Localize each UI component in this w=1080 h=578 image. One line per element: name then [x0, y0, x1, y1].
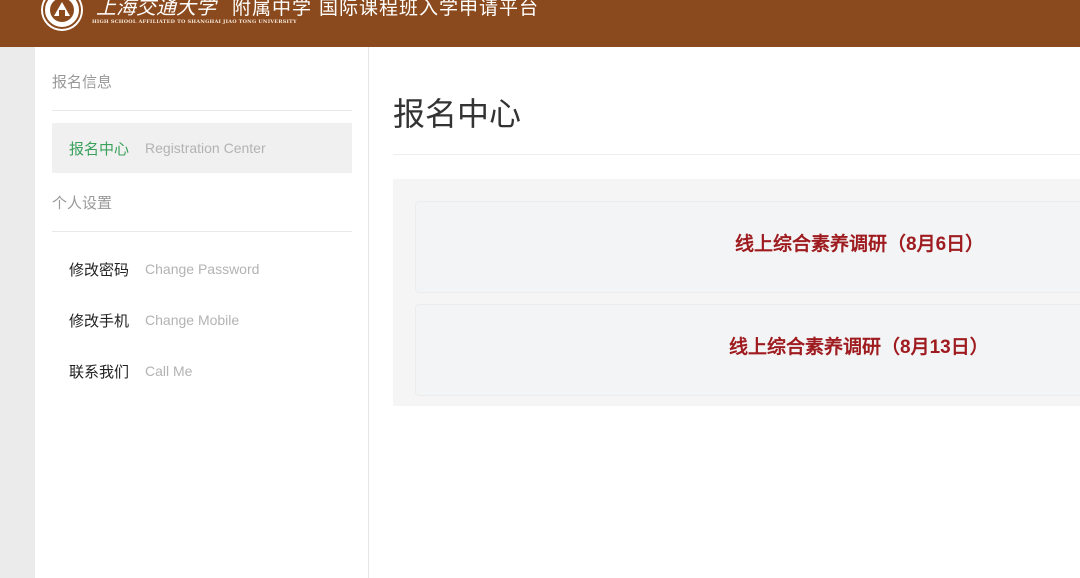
sidebar-section-personal-settings: 个人设置	[52, 195, 113, 212]
sidebar-item-registration-center[interactable]: 报名中心 Registration Center	[52, 123, 352, 173]
sidebar-divider	[52, 231, 352, 232]
school-emblem-icon	[41, 0, 83, 31]
session-card-label: 线上综合素养调研（8月13日）	[729, 337, 989, 358]
session-card-aug-13[interactable]: 线上综合素养调研（8月13日）	[415, 304, 1080, 396]
header-bar: 上海交通大学 附属中学 国际课程班入学申请平台 HIGH SCHOOL AFFI…	[0, 0, 1080, 47]
sidebar-item-sublabel: Change Password	[145, 261, 260, 277]
sidebar-item-contact-us[interactable]: 联系我们 Call Me	[52, 346, 352, 396]
sidebar-item-change-password[interactable]: 修改密码 Change Password	[52, 244, 352, 294]
sidebar-item-label: 修改密码	[69, 261, 130, 279]
session-list: 线上综合素养调研（8月6日） 线上综合素养调研（8月13日）	[393, 179, 1080, 406]
sidebar-item-label: 修改手机	[69, 312, 130, 330]
sidebar-item-sublabel: Change Mobile	[145, 312, 240, 328]
sidebar-item-sublabel: Registration Center	[145, 140, 266, 156]
title-divider	[393, 154, 1080, 155]
page-title: 报名中心	[393, 95, 522, 133]
sidebar-item-label: 报名中心	[69, 140, 130, 158]
main-content: 报名中心 线上综合素养调研（8月6日） 线上综合素养调研（8月13日）	[369, 47, 1080, 578]
sidebar-item-label: 联系我们	[69, 363, 130, 381]
brand-english-name: HIGH SCHOOL AFFILIATED TO SHANGHAI JIAO …	[92, 19, 297, 25]
session-card-label: 线上综合素养调研（8月6日）	[735, 234, 985, 255]
brand-university-name: 上海交通大学	[96, 0, 216, 19]
session-card-aug-6[interactable]: 线上综合素养调研（8月6日）	[415, 201, 1080, 293]
sidebar: 报名信息 报名中心 Registration Center 个人设置 修改密码 …	[35, 47, 369, 578]
brand-platform-title: 附属中学 国际课程班入学申请平台	[232, 0, 540, 19]
sidebar-divider	[52, 110, 352, 111]
sidebar-item-change-mobile[interactable]: 修改手机 Change Mobile	[52, 295, 352, 345]
sidebar-item-sublabel: Call Me	[145, 363, 193, 379]
sidebar-section-registration: 报名信息	[52, 74, 113, 91]
